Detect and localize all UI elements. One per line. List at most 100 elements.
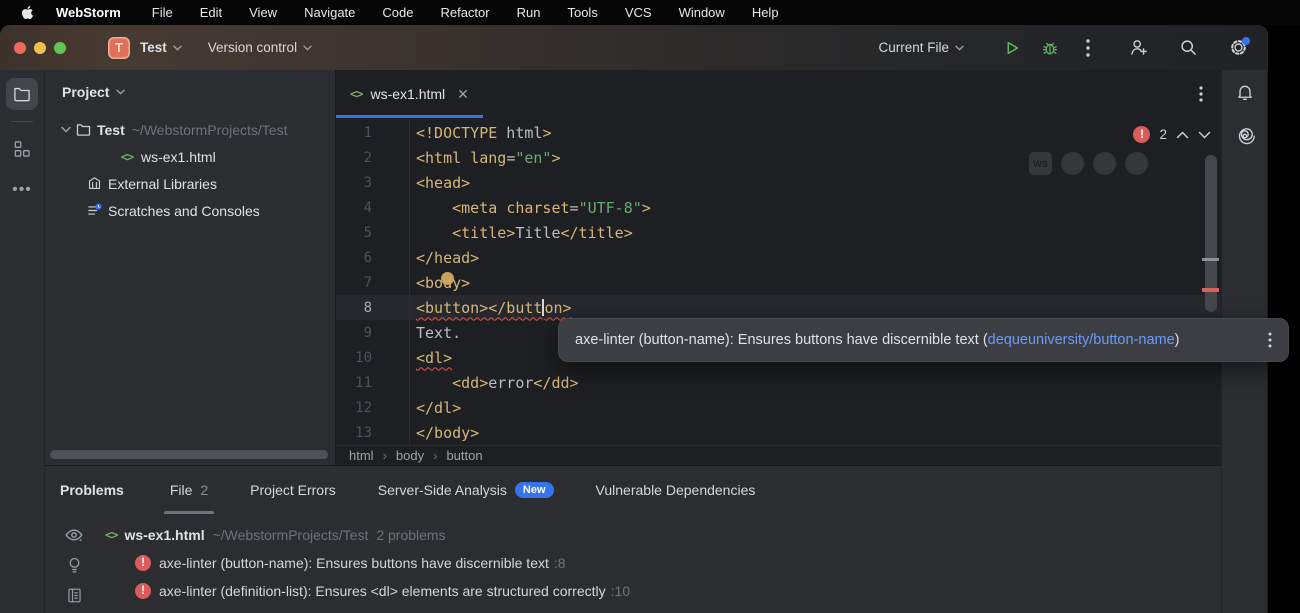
problem-text: axe-linter (definition-list): Ensures <d… [159,583,606,599]
project-panel-header[interactable]: Project [45,70,335,114]
breadcrumb-html[interactable]: html [349,448,374,463]
ai-assistant-button[interactable] [1234,125,1256,147]
html-file-icon: <> [121,150,133,164]
breadcrumb-body[interactable]: body [396,448,424,463]
code-line-5[interactable]: 5 <title>Title</title> [336,220,1221,245]
problems-tab-file[interactable]: File2 [164,466,214,514]
menu-item-help[interactable]: Help [752,5,779,20]
previous-error-button[interactable] [1176,131,1189,139]
code-area[interactable]: ! 2 WS 1<!DOCTYPE html>2<html lang="en">… [336,118,1221,445]
tree-item-external-libraries[interactable]: External Libraries [45,170,335,197]
menu-item-webstorm[interactable]: WebStorm [56,5,121,20]
tooltip-rule-link[interactable]: dequeuniversity/button-name [988,332,1175,348]
inspection-tooltip: axe-linter (button-name): Ensures button… [558,318,1289,362]
chevron-expanded-icon [61,126,71,133]
run-button[interactable] [1000,36,1024,60]
search-icon [1178,37,1199,58]
document-list-icon[interactable] [65,586,84,605]
project-widget[interactable]: Test [140,40,182,55]
problems-tab-vulnerable-dependencies[interactable]: Vulnerable Dependencies [590,466,762,514]
error-count: 2 [1159,127,1167,142]
scrollbar-warning-stripe[interactable] [1202,258,1219,261]
html-file-icon: <> [105,528,117,542]
inspections-widget[interactable]: ! 2 [1133,126,1211,143]
line-number: 8 [336,295,410,320]
project-tool-window-button[interactable] [6,78,38,110]
line-number: 1 [336,120,410,145]
code-line-7[interactable]: 7<body> [336,270,1221,295]
problems-tabs: File2 Project Errors Server-Side AnalysisN… [164,466,762,514]
apple-menu-icon[interactable] [21,5,34,20]
code-line-13[interactable]: 13</body> [336,420,1221,445]
code-line-4[interactable]: 4 <meta charset="UTF-8"> [336,195,1221,220]
code-line-6[interactable]: 6</head> [336,245,1221,270]
webstorm-preview-icon[interactable]: WS [1029,152,1052,175]
line-number: 13 [336,420,410,445]
code-line-8[interactable]: 8<button></button> [336,295,1221,320]
problems-tab-project-errors[interactable]: Project Errors [244,466,342,514]
menu-item-navigate[interactable]: Navigate [304,5,355,20]
project-icon[interactable]: T [108,37,130,59]
browser-icon[interactable] [1061,152,1084,175]
code-text: <dd>error</dd> [416,374,579,392]
code-line-11[interactable]: 11 <dd>error</dd> [336,370,1221,395]
debug-button[interactable] [1038,36,1062,60]
bug-icon [1040,38,1060,58]
add-user-icon [1128,37,1149,58]
menu-item-run[interactable]: Run [517,5,541,20]
tree-item-file[interactable]: <> ws-ex1.html [45,143,335,170]
more-actions-button[interactable] [1076,36,1100,60]
breadcrumb-button[interactable]: button [446,448,482,463]
scrollbar-error-stripe[interactable] [1202,288,1219,292]
tree-item-root[interactable]: Test ~/WebstormProjects/Test [45,116,335,143]
horizontal-scrollbar[interactable] [50,450,328,459]
project-panel: Project Test ~/WebstormProjects/Test <> [45,70,335,465]
chevron-down-icon [955,45,964,51]
menu-item-code[interactable]: Code [382,5,413,20]
menu-item-vcs[interactable]: VCS [625,5,652,20]
problems-header: Problems File2Project ErrorsServer-Side … [45,466,1221,514]
line-number: 6 [336,245,410,270]
menu-item-view[interactable]: View [249,5,277,20]
minimize-window-button[interactable] [34,42,46,54]
kebab-menu-icon [1199,86,1203,102]
zoom-window-button[interactable] [54,42,66,54]
code-with-me-button[interactable] [1126,36,1150,60]
search-everywhere-button[interactable] [1176,36,1200,60]
structure-tool-window-button[interactable] [6,133,38,165]
vcs-widget[interactable]: Version control [208,40,312,55]
problems-file-row[interactable]: <>ws-ex1.html~/WebstormProjects/Test2 pr… [103,521,1221,549]
menu-item-refactor[interactable]: Refactor [440,5,489,20]
menu-item-window[interactable]: Window [679,5,725,20]
line-number: 12 [336,395,410,420]
browser-icon[interactable] [1093,152,1116,175]
lightbulb-icon[interactable] [65,555,84,577]
settings-button[interactable] [1226,36,1250,60]
problems-tab-server-side-analysis[interactable]: Server-Side AnalysisNew [372,466,560,514]
code-text: <dl> [416,349,452,367]
code-line-1[interactable]: 1<!DOCTYPE html> [336,120,1221,145]
tree-item-scratches[interactable]: Scratches and Consoles [45,197,335,224]
problem-line-number: :10 [611,583,630,599]
browser-icon[interactable] [1125,152,1148,175]
close-window-button[interactable] [14,42,26,54]
problem-item-1[interactable]: !axe-linter (button-name): Ensures butto… [135,549,1221,577]
notifications-bell-button[interactable] [1235,82,1255,102]
problem-item-2[interactable]: !axe-linter (definition-list): Ensures <… [135,577,1221,605]
tab-options-button[interactable] [1199,86,1203,102]
code-line-12[interactable]: 12 </dl> [336,395,1221,420]
code-text: </dl> [416,399,461,417]
more-tool-windows-button[interactable]: ••• [12,181,32,199]
menu-item-tools[interactable]: Tools [567,5,597,20]
preview-eye-button[interactable] [63,524,85,546]
stripe-divider [11,121,33,122]
run-configuration-selector[interactable]: Current File [878,40,964,55]
menu-item-file[interactable]: File [152,5,173,20]
close-tab-icon[interactable]: ✕ [457,86,469,103]
line-number: 4 [336,195,410,220]
editor-tab[interactable]: <> ws-ex1.html ✕ [336,70,483,118]
menu-item-edit[interactable]: Edit [200,5,222,20]
line-number: 2 [336,145,410,170]
tooltip-more-button[interactable] [1268,332,1272,348]
next-error-button[interactable] [1198,131,1211,139]
